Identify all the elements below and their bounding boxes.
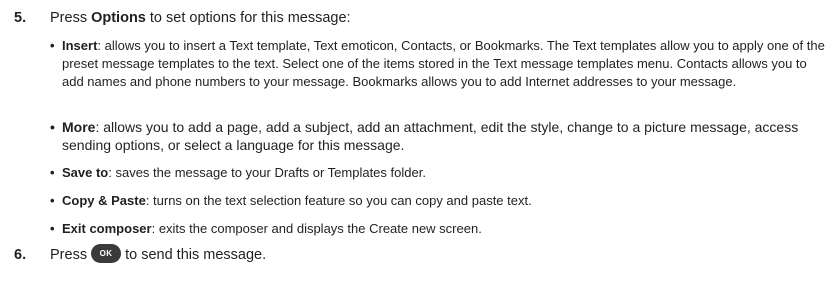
bullet-term: Copy & Paste <box>62 193 146 208</box>
bullet-dot: • <box>50 119 55 135</box>
bullet-text: : exits the composer and displays the Cr… <box>151 221 482 236</box>
step-prefix: Press <box>50 247 88 263</box>
bullet-more: • More: allows you to add a page, add a … <box>50 118 826 154</box>
step-suffix: to send this message. <box>125 247 267 263</box>
bullet-insert: • Insert: allows you to insert a Text te… <box>50 37 826 91</box>
bullet-body: Save to: saves the message to your Draft… <box>62 164 826 182</box>
bullet-copy-paste: • Copy & Paste: turns on the text select… <box>50 192 826 210</box>
bullet-text: : saves the message to your Drafts or Te… <box>108 165 426 180</box>
bullet-body: More: allows you to add a page, add a su… <box>62 118 826 154</box>
bullet-text: : allows you to insert a Text template, … <box>62 38 825 89</box>
bullet-text: : turns on the text selection feature so… <box>145 193 532 208</box>
bullet-exit-composer: • Exit composer: exits the composer and … <box>50 220 826 238</box>
bullet-text: : allows you to add a page, add a subjec… <box>62 119 799 153</box>
bullet-term: Exit composer <box>62 221 152 236</box>
step-text: Press OK to send this message. <box>50 244 267 264</box>
bullet-dot: • <box>50 38 55 53</box>
bullet-body: Exit composer: exits the composer and di… <box>62 220 826 238</box>
step-text: Press Options to set options for this me… <box>50 9 351 27</box>
step-prefix: Press <box>50 10 92 26</box>
ok-key-icon: OK <box>91 244 122 264</box>
bullet-body: Copy & Paste: turns on the text selectio… <box>62 192 826 210</box>
step-number: 6. <box>14 247 27 263</box>
bullet-dot: • <box>50 221 55 236</box>
bullet-save-to: • Save to: saves the message to your Dra… <box>50 164 826 182</box>
bullet-term: Insert <box>62 38 98 53</box>
bullet-dot: • <box>50 193 55 208</box>
bullet-term: More <box>62 119 96 135</box>
options-keyword: Options <box>91 10 146 26</box>
bullet-term: Save to <box>62 165 109 180</box>
bullet-body: Insert: allows you to insert a Text temp… <box>62 37 826 91</box>
bullet-dot: • <box>50 165 55 180</box>
step-number: 5. <box>14 10 27 26</box>
step-suffix: to set options for this message: <box>145 10 351 26</box>
